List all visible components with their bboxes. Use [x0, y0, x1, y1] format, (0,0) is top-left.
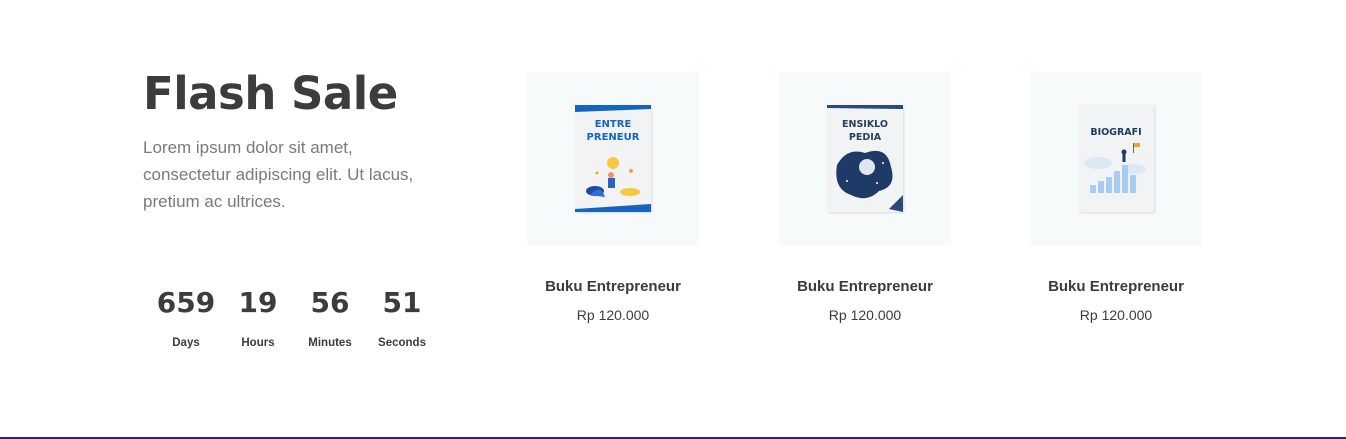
book-cover: ENTRE PRENEUR: [575, 105, 651, 212]
countdown-minutes: 56 Minutes: [294, 285, 366, 349]
countdown-value: 659: [156, 286, 216, 319]
countdown-value: 56: [310, 286, 350, 319]
product-card[interactable]: ENSIKLO PEDIA Buku Entrepreneur Rp 120.0…: [779, 72, 951, 323]
product-name[interactable]: Buku Entrepreneur: [1030, 278, 1202, 295]
countdown-value: 19: [238, 286, 278, 319]
book-cover: ENSIKLO PEDIA: [827, 105, 903, 212]
product-name[interactable]: Buku Entrepreneur: [779, 278, 951, 295]
growth-chart-icon: BIOGRAFI: [1078, 105, 1154, 212]
product-price: Rp 120.000: [828, 307, 902, 323]
countdown-seconds: 51 Seconds: [366, 285, 438, 349]
svg-text:PEDIA: PEDIA: [849, 132, 882, 143]
svg-text:BIOGRAFI: BIOGRAFI: [1090, 127, 1141, 138]
countdown-label: Hours: [241, 337, 275, 349]
product-card[interactable]: ENTRE PRENEUR Buku Entrepreneur Rp 120.0…: [527, 72, 699, 323]
book-cover: BIOGRAFI: [1078, 105, 1154, 212]
product-image[interactable]: ENSIKLO PEDIA: [779, 72, 951, 245]
product-card[interactable]: BIOGRAFI Buku Entrepreneur Rp 120.000: [1030, 72, 1202, 323]
countdown-timer: 659 Days 19 Hours 56 Minutes 51 Seconds: [150, 285, 438, 349]
flash-sale-title: Flash Sale: [143, 67, 398, 120]
flash-sale-description: Lorem ipsum dolor sit amet, consectetur …: [143, 138, 414, 211]
product-name[interactable]: Buku Entrepreneur: [527, 278, 699, 295]
svg-text:ENSIKLO: ENSIKLO: [842, 119, 888, 130]
product-image[interactable]: BIOGRAFI: [1030, 72, 1202, 245]
countdown-label: Seconds: [378, 337, 426, 349]
flash-sale-intro: Flash Sale Lorem ipsum dolor sit amet, c…: [143, 66, 463, 215]
entrepreneur-illustration-icon: ENTRE PRENEUR: [575, 105, 651, 212]
countdown-value: 51: [382, 286, 422, 319]
space-illustration-icon: ENSIKLO PEDIA: [827, 105, 903, 212]
countdown-hours: 19 Hours: [222, 285, 294, 349]
svg-text:PRENEUR: PRENEUR: [587, 132, 640, 143]
countdown-label: Minutes: [308, 337, 352, 349]
countdown-days: 659 Days: [150, 285, 222, 349]
countdown-label: Days: [172, 337, 200, 349]
product-price: Rp 120.000: [576, 307, 650, 323]
svg-text:ENTRE: ENTRE: [595, 119, 632, 130]
product-image[interactable]: ENTRE PRENEUR: [527, 72, 699, 245]
product-price: Rp 120.000: [1079, 307, 1153, 323]
